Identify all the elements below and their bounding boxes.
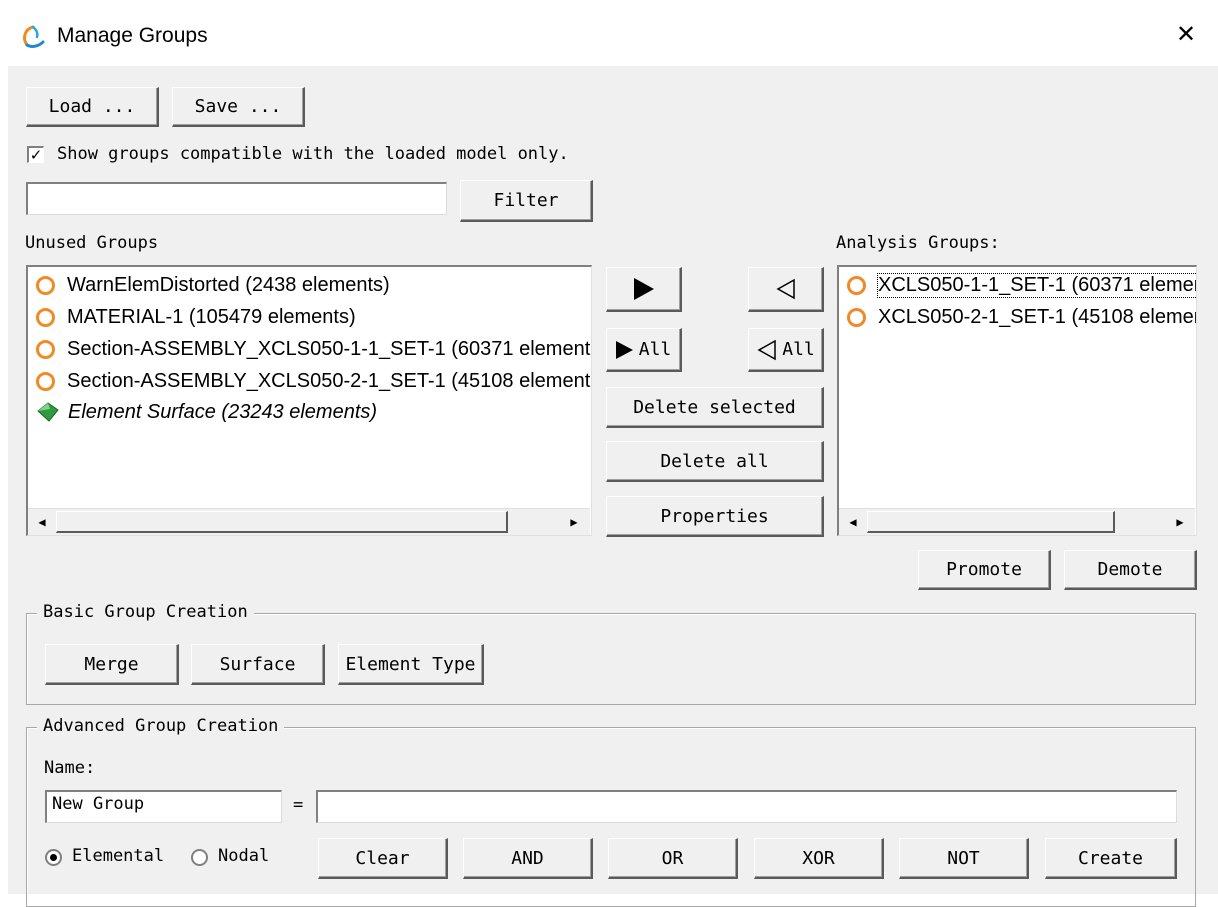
surface-group-icon bbox=[37, 402, 59, 422]
group-ring-icon bbox=[36, 307, 55, 327]
not-button[interactable]: NOT bbox=[899, 838, 1029, 879]
list-item[interactable]: MATERIAL-1 (105479 elements) bbox=[36, 303, 356, 331]
remove-all-label: All bbox=[782, 339, 815, 360]
delete-selected-button[interactable]: Delete selected bbox=[606, 387, 824, 428]
nodal-radio[interactable] bbox=[191, 849, 208, 866]
title-bar: Manage Groups ✕ bbox=[0, 0, 1218, 66]
basic-group-creation: Basic Group Creation Merge Surface Eleme… bbox=[26, 602, 1196, 705]
arrow-right-icon bbox=[633, 278, 654, 300]
arrow-right-icon bbox=[615, 340, 633, 359]
nodal-label: Nodal bbox=[218, 846, 270, 866]
scroll-right-icon[interactable]: ▶ bbox=[562, 511, 586, 533]
move-selected-button[interactable] bbox=[606, 267, 682, 312]
clear-button[interactable]: Clear bbox=[318, 838, 448, 879]
elemental-radio[interactable] bbox=[45, 849, 62, 866]
arrow-left-icon bbox=[757, 339, 776, 360]
equals-label: = bbox=[293, 795, 304, 815]
list-item-label: Section-ASSEMBLY_XCLS050-2-1_SET-1 (4510… bbox=[67, 369, 592, 392]
group-name-input[interactable]: New Group bbox=[45, 790, 282, 823]
merge-button[interactable]: Merge bbox=[45, 644, 179, 685]
or-button[interactable]: OR bbox=[608, 838, 738, 879]
group-ring-icon bbox=[36, 275, 55, 295]
filter-input[interactable] bbox=[26, 182, 447, 215]
scroll-thumb[interactable] bbox=[56, 511, 508, 533]
elemental-label: Elemental bbox=[72, 846, 165, 866]
list-item[interactable]: Element Surface (23243 elements) bbox=[36, 398, 377, 426]
and-button[interactable]: AND bbox=[463, 838, 593, 879]
move-all-button[interactable]: All bbox=[606, 328, 682, 372]
properties-button[interactable]: Properties bbox=[606, 496, 824, 537]
remove-selected-button[interactable] bbox=[748, 267, 824, 312]
filter-button[interactable]: Filter bbox=[460, 180, 593, 222]
element-type-button[interactable]: Element Type bbox=[338, 644, 484, 685]
close-icon[interactable]: ✕ bbox=[1176, 22, 1196, 46]
expression-input[interactable] bbox=[316, 790, 1177, 823]
list-item-label: XCLS050-2-1_SET-1 (45108 elements) bbox=[878, 305, 1197, 328]
list-item-label: WarnElemDistorted (2438 elements) bbox=[67, 273, 390, 296]
list-item[interactable]: XCLS050-1-1_SET-1 (60371 elements) bbox=[847, 271, 1196, 299]
save-button[interactable]: Save ... bbox=[172, 87, 305, 127]
group-ring-icon bbox=[847, 275, 866, 295]
checkmark-icon: ✓ bbox=[29, 145, 43, 164]
list-item-label: Element Surface (23243 elements) bbox=[68, 400, 378, 423]
analysis-groups-list[interactable]: XCLS050-1-1_SET-1 (60371 elements) XCLS0… bbox=[837, 265, 1197, 536]
surface-button[interactable]: Surface bbox=[191, 644, 325, 685]
analysis-groups-heading: Analysis Groups: bbox=[836, 233, 1000, 253]
group-ring-icon bbox=[36, 339, 55, 359]
list-item[interactable]: WarnElemDistorted (2438 elements) bbox=[36, 271, 390, 299]
list-item[interactable]: Section-ASSEMBLY_XCLS050-2-1_SET-1 (4510… bbox=[36, 367, 592, 395]
list-item-label: XCLS050-1-1_SET-1 (60371 elements) bbox=[876, 272, 1196, 298]
dialog-body: Load ... Save ... ✓ Show groups compatib… bbox=[8, 66, 1218, 907]
group-ring-icon bbox=[36, 371, 55, 391]
name-label: Name: bbox=[44, 758, 96, 778]
list-item[interactable]: Section-ASSEMBLY_XCLS050-1-1_SET-1 (6037… bbox=[36, 335, 592, 363]
group-ring-icon bbox=[847, 307, 866, 327]
basic-group-creation-legend: Basic Group Creation bbox=[37, 602, 254, 622]
unused-groups-list[interactable]: WarnElemDistorted (2438 elements) MATERI… bbox=[26, 265, 592, 536]
scroll-left-icon[interactable]: ◀ bbox=[30, 511, 54, 533]
advanced-group-creation-legend: Advanced Group Creation bbox=[37, 716, 285, 736]
delete-all-button[interactable]: Delete all bbox=[606, 441, 824, 482]
list-item[interactable]: XCLS050-2-1_SET-1 (45108 elements) bbox=[847, 303, 1197, 331]
show-compatible-label: Show groups compatible with the loaded m… bbox=[57, 144, 569, 164]
scroll-right-icon[interactable]: ▶ bbox=[1168, 511, 1192, 533]
remove-all-button[interactable]: All bbox=[748, 328, 824, 372]
horizontal-scrollbar[interactable]: ◀ ▶ bbox=[839, 508, 1195, 535]
window-title: Manage Groups bbox=[57, 24, 208, 47]
promote-button[interactable]: Promote bbox=[918, 550, 1051, 590]
scroll-thumb[interactable] bbox=[867, 511, 1115, 533]
horizontal-scrollbar[interactable]: ◀ ▶ bbox=[28, 508, 590, 535]
move-all-label: All bbox=[638, 339, 672, 360]
load-button[interactable]: Load ... bbox=[26, 87, 159, 127]
show-compatible-checkbox[interactable]: ✓ bbox=[27, 146, 44, 163]
unused-groups-heading: Unused Groups bbox=[25, 233, 159, 253]
app-logo-icon bbox=[23, 25, 45, 48]
advanced-group-creation: Advanced Group Creation Name: New Group … bbox=[26, 716, 1196, 907]
list-item-label: MATERIAL-1 (105479 elements) bbox=[67, 305, 356, 328]
scroll-left-icon[interactable]: ◀ bbox=[841, 511, 865, 533]
demote-button[interactable]: Demote bbox=[1064, 550, 1197, 590]
create-button[interactable]: Create bbox=[1045, 838, 1177, 879]
list-item-label: Section-ASSEMBLY_XCLS050-1-1_SET-1 (6037… bbox=[67, 337, 592, 360]
xor-button[interactable]: XOR bbox=[754, 838, 884, 879]
arrow-left-icon bbox=[775, 278, 795, 300]
